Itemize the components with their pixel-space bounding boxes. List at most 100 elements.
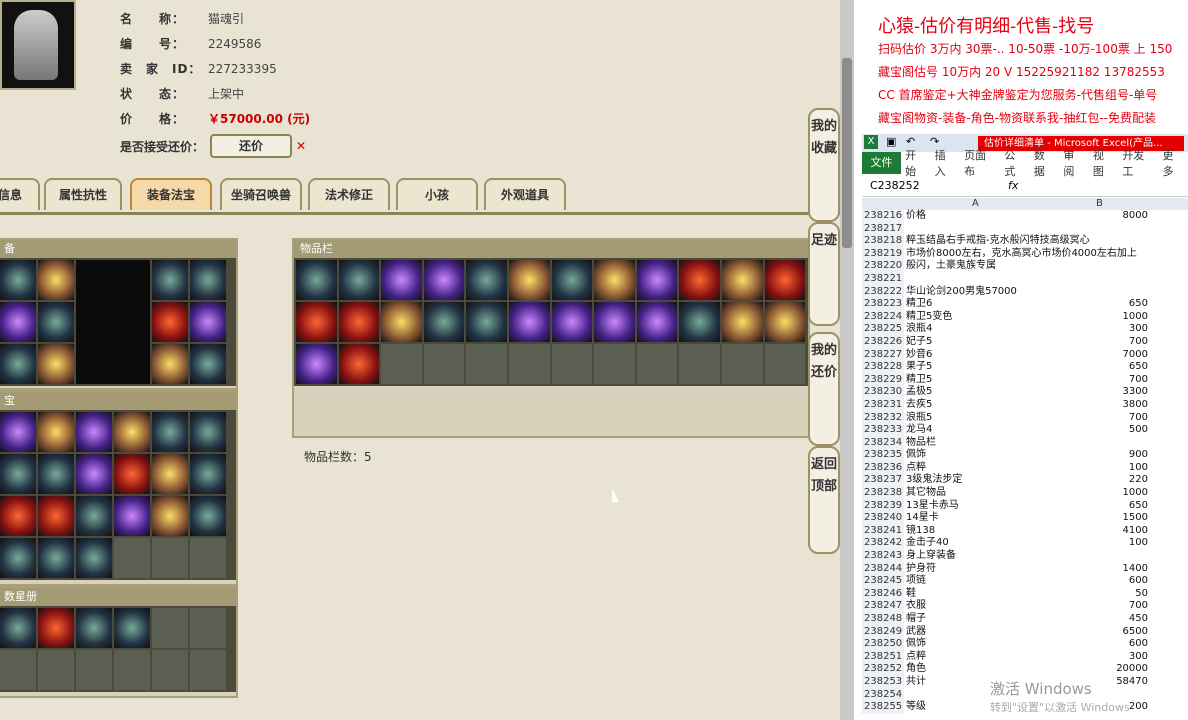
sheet-row[interactable]: 238234 物品栏	[862, 436, 1188, 450]
treasure-slot[interactable]	[152, 454, 188, 494]
sheet-row[interactable]: 238216 价格 8000	[862, 210, 1188, 223]
cell-b[interactable]: 1000	[1042, 311, 1148, 324]
equip-slot[interactable]	[38, 344, 74, 384]
equip-slot[interactable]	[190, 344, 226, 384]
bag-slot[interactable]	[594, 260, 635, 300]
treasure-slot[interactable]	[152, 496, 188, 536]
cell-a[interactable]: 13星卡赤马	[906, 500, 959, 513]
bag-slot[interactable]	[721, 302, 763, 342]
sheet-row[interactable]: 238239 13星卡赤马 650	[862, 499, 1188, 513]
sheet-row[interactable]: 238242 金击子40 100	[862, 537, 1188, 551]
cell-b[interactable]: 650	[1042, 500, 1148, 513]
cell-a[interactable]: 价格	[906, 210, 926, 223]
treasure-slot[interactable]	[76, 538, 112, 578]
cell-a[interactable]: 去疾5	[906, 399, 932, 412]
cell-b[interactable]: 1400	[1042, 563, 1148, 576]
equip-slot[interactable]	[190, 302, 226, 342]
bag-slot[interactable]	[423, 260, 465, 300]
sheet-row[interactable]: 238247 衣服 700	[862, 600, 1188, 613]
cell-b[interactable]: 1000	[1042, 487, 1148, 500]
ribbon-tab[interactable]: 审阅	[1059, 147, 1089, 179]
bag-slot[interactable]	[764, 260, 806, 300]
ribbon-tab[interactable]: 数据	[1030, 147, 1060, 179]
cell-a[interactable]: 果子5	[906, 361, 932, 374]
cell-a[interactable]: 其它物品	[906, 487, 946, 500]
cell-a[interactable]: 共计	[906, 676, 926, 689]
cell-b[interactable]: 650	[1042, 361, 1148, 374]
equip-slot[interactable]	[152, 302, 188, 342]
cell-b[interactable]: 220	[1042, 474, 1148, 487]
cell-a[interactable]: 帽子	[906, 613, 926, 626]
tab-spells[interactable]: 法术修正	[308, 178, 390, 210]
cell-a[interactable]: 物品栏	[906, 437, 936, 450]
card-slot[interactable]	[76, 608, 112, 648]
sheet-row[interactable]: 238221	[862, 272, 1188, 286]
sheet-row[interactable]: 238229 精卫5 700	[862, 373, 1188, 387]
sheet-row[interactable]: 238228 果子5 650	[862, 361, 1188, 374]
treasure-slot[interactable]	[76, 454, 112, 494]
sheet-row[interactable]: 238244 护身符 1400	[862, 562, 1188, 576]
bag-slot[interactable]	[381, 260, 422, 300]
bag-slot[interactable]	[338, 302, 380, 342]
ribbon-tab[interactable]: 视图	[1089, 147, 1119, 179]
bag-slot[interactable]	[296, 302, 337, 342]
cell-a[interactable]: 浪瓶4	[906, 323, 932, 336]
sheet-row[interactable]: 238238 其它物品 1000	[862, 487, 1188, 500]
cell-a[interactable]: 点粹	[906, 651, 926, 664]
cell-a[interactable]: 龙马4	[906, 424, 932, 437]
cell-b[interactable]: 300	[1042, 323, 1148, 336]
sheet-row[interactable]: 238224 精卫5变色 1000	[862, 310, 1188, 324]
cell-a[interactable]: 护身符	[906, 563, 936, 576]
sheet-row[interactable]: 238250 佩饰 600	[862, 638, 1188, 651]
cell-a[interactable]: 镜138	[906, 525, 935, 538]
cell-a[interactable]: 衣服	[906, 600, 926, 613]
cell-a[interactable]: 市场价8000左右，克水高冥心市场价4000左右加上	[906, 248, 1137, 261]
sheet-row[interactable]: 238241 镜138 4100	[862, 524, 1188, 538]
cell-b[interactable]: 700	[1042, 412, 1148, 425]
bag-slot[interactable]	[679, 260, 720, 300]
cell-b[interactable]: 50	[1042, 588, 1148, 601]
bag-slot[interactable]	[423, 302, 465, 342]
sheet-row[interactable]: 238219 市场价8000左右，克水高冥心市场价4000左右加上	[862, 247, 1188, 261]
cell-b[interactable]: 100	[1042, 462, 1148, 475]
sheet-row[interactable]: 238231 去疾5 3800	[862, 398, 1188, 412]
ribbon-tab[interactable]: 插入	[931, 147, 961, 179]
name-box[interactable]: C238252	[870, 176, 952, 196]
ribbon-tab[interactable]: 公式	[1000, 147, 1030, 179]
sheet-row[interactable]: 238235 佩饰 900	[862, 449, 1188, 462]
treasure-slot[interactable]	[114, 454, 150, 494]
sheet-row[interactable]: 238251 点粹 300	[862, 650, 1188, 664]
history-button[interactable]: 足迹	[808, 222, 840, 326]
bag-slot[interactable]	[636, 260, 678, 300]
treasure-slot[interactable]	[114, 496, 150, 536]
cell-b[interactable]: 650	[1042, 298, 1148, 311]
equip-slot[interactable]	[38, 302, 74, 342]
cell-a[interactable]: 项链	[906, 575, 926, 588]
sheet-row[interactable]: 238222 华山论剑200男鬼57000	[862, 285, 1188, 299]
bag-slot[interactable]	[296, 260, 337, 300]
treasure-slot[interactable]	[190, 412, 226, 452]
cell-b[interactable]: 4100	[1042, 525, 1148, 538]
equip-slot[interactable]	[38, 260, 74, 300]
cell-b[interactable]: 6500	[1042, 626, 1148, 639]
sheet-row[interactable]: 238223 精卫6 650	[862, 298, 1188, 311]
sheet-row[interactable]: 238217	[862, 222, 1188, 236]
bag-slot[interactable]	[296, 344, 337, 384]
treasure-slot[interactable]	[152, 412, 188, 452]
sheet-row[interactable]: 238240 14星卡 1500	[862, 512, 1188, 525]
card-slot[interactable]	[0, 608, 36, 648]
cell-a[interactable]: 孟极5	[906, 386, 932, 399]
bag-slot[interactable]	[551, 302, 593, 342]
ribbon-tab[interactable]: 页面布	[960, 147, 1000, 179]
file-tab[interactable]: 文件	[862, 152, 902, 174]
treasure-slot[interactable]	[0, 496, 36, 536]
cell-b[interactable]: 700	[1042, 600, 1148, 613]
cell-a[interactable]: 3级鬼法步定	[906, 474, 962, 487]
column-a-header[interactable]: A	[972, 198, 979, 209]
cell-a[interactable]: 佩饰	[906, 638, 926, 651]
tab-appearance[interactable]: 外观道具	[484, 178, 566, 210]
bag-slot[interactable]	[721, 260, 763, 300]
cell-a[interactable]: 身上穿装备	[906, 550, 956, 563]
ribbon-tab[interactable]: 开始	[901, 147, 931, 179]
ribbon-tab[interactable]: 开发工	[1118, 147, 1158, 179]
